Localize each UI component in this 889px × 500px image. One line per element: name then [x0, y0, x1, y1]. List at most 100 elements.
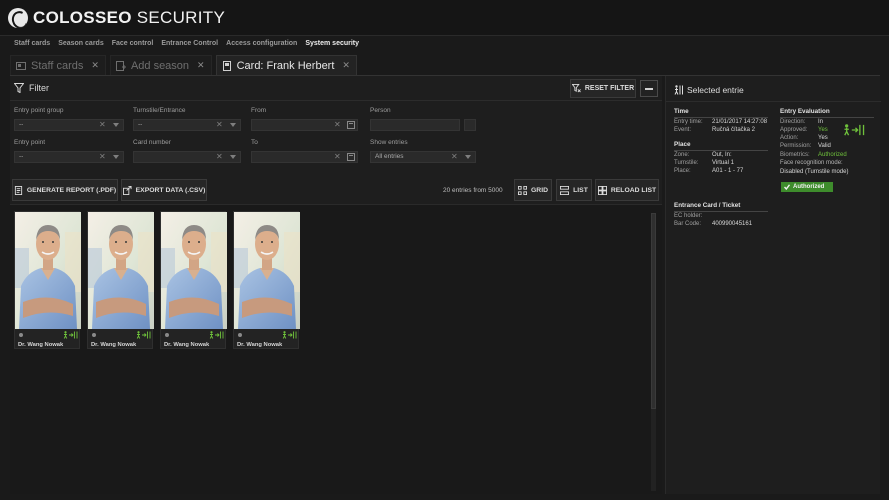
list-icon: [560, 185, 570, 195]
field-label: Card number: [133, 139, 171, 146]
event-row: Event: Ručná čítačka 2: [674, 127, 756, 133]
clear-icon[interactable]: ✕: [99, 120, 106, 130]
field-label: Entry point group: [14, 107, 64, 114]
reload-list-button[interactable]: RELOAD LIST: [595, 179, 659, 201]
card-number-field: Card number ✕: [133, 139, 241, 163]
entry-point-field: Entry point -- ✕: [14, 139, 124, 163]
show-entries-field: Show entries All entries ✕: [370, 139, 476, 163]
selected-entry-title: Selected entrie: [674, 85, 744, 95]
place-row: Place: A01 - 1 - 77: [674, 168, 744, 174]
entry-card[interactable]: Dr. Wang Nowak: [14, 211, 81, 349]
clear-icon[interactable]: ✕: [334, 152, 341, 162]
entry-card[interactable]: Dr. Wang Nowak: [233, 211, 300, 349]
filter-title: Filter: [14, 83, 49, 93]
turnstile-field: Turnstile/Entrance -- ✕: [133, 107, 241, 131]
person-photo: [88, 212, 154, 329]
biometrics-row: Biometrics: Authorized: [780, 152, 847, 158]
clear-icon[interactable]: ✕: [216, 152, 223, 162]
entry-in-icon: [282, 331, 297, 339]
entries-toolbar: GENERATE REPORT (.PDF) EXPORT DATA (.CSV…: [10, 179, 662, 203]
divider: [666, 101, 881, 102]
close-icon[interactable]: ✕: [197, 60, 205, 71]
chevron-down-icon[interactable]: [465, 155, 471, 159]
export-icon: [122, 185, 132, 195]
grid-scrollbar[interactable]: [651, 213, 656, 491]
nav-item-system-security[interactable]: System security: [305, 40, 359, 47]
add-season-icon: [115, 60, 126, 71]
entry-card[interactable]: Dr. Wang Nowak: [160, 211, 227, 349]
tab-label: Card: Frank Herbert: [236, 59, 335, 72]
person-name: Dr. Wang Nowak: [164, 342, 210, 348]
list-view-button[interactable]: LIST: [556, 179, 592, 201]
scrollbar-thumb[interactable]: [651, 213, 656, 409]
entry-point-group-select[interactable]: -- ✕: [14, 119, 124, 131]
tab-staff-cards[interactable]: Staff cards ✕: [10, 55, 106, 75]
chevron-down-icon[interactable]: [230, 123, 236, 127]
show-entries-select[interactable]: All entries ✕: [370, 151, 476, 163]
divider: [674, 117, 768, 118]
app-logo: COLOSSEO SECURITY: [8, 8, 225, 28]
from-date-input[interactable]: ✕: [251, 119, 358, 131]
nav-item-staff-cards[interactable]: Staff cards: [14, 40, 50, 47]
direction-row: Direction: In: [780, 119, 824, 125]
person-input[interactable]: [370, 119, 460, 131]
collapse-filter-button[interactable]: [640, 80, 658, 97]
nav-item-season-cards[interactable]: Season cards: [58, 40, 104, 47]
person-search-button[interactable]: [464, 119, 476, 131]
entry-in-icon: [63, 331, 78, 339]
close-icon[interactable]: ✕: [342, 60, 350, 71]
card-number-select[interactable]: ✕: [133, 151, 241, 163]
field-label: Person: [370, 107, 391, 114]
entry-point-select[interactable]: -- ✕: [14, 151, 124, 163]
person-name: Dr. Wang Nowak: [237, 342, 283, 348]
clear-icon[interactable]: ✕: [99, 152, 106, 162]
status-dot: [238, 333, 242, 337]
staff-card-icon: [16, 61, 26, 71]
entry-time-row: Entry time: 21/01/2017 14:27:08: [674, 119, 768, 125]
entry-in-icon: [843, 124, 865, 136]
chevron-down-icon[interactable]: [113, 155, 119, 159]
clear-icon[interactable]: ✕: [334, 120, 341, 130]
tab-card-frank-herbert[interactable]: Card: Frank Herbert ✕: [215, 55, 357, 75]
selected-entry-panel: Selected entrie Time Entry time: 21/01/20…: [665, 76, 881, 494]
status-dot: [165, 333, 169, 337]
clear-filter-icon: [571, 84, 581, 93]
reload-icon: [597, 185, 607, 195]
card-icon: [222, 60, 232, 71]
entries-grid: Dr. Wang Nowak Dr. Wang Nowak Dr. Wang N…: [10, 204, 662, 494]
person-name: Dr. Wang Nowak: [91, 342, 137, 348]
main-nav: Staff cards Season cards Face control En…: [14, 40, 367, 47]
grid-view-button[interactable]: GRID: [514, 179, 552, 201]
tab-add-season[interactable]: Add season ✕: [109, 55, 212, 75]
export-data-button[interactable]: EXPORT DATA (.CSV): [121, 179, 207, 201]
entry-in-icon: [136, 331, 151, 339]
entries-panel: Filter RESET FILTER Entry point group --…: [10, 76, 662, 494]
calendar-icon[interactable]: [347, 153, 355, 161]
nav-item-entrance-control[interactable]: Entrance Control: [161, 40, 218, 47]
clear-icon[interactable]: ✕: [451, 152, 458, 162]
barcode-row: Bar Code: 400990045161: [674, 221, 753, 227]
tab-label: Add season: [130, 59, 190, 72]
turnstile-select[interactable]: -- ✕: [133, 119, 241, 131]
app-header: COLOSSEO SECURITY: [0, 0, 889, 36]
to-date-input[interactable]: ✕: [251, 151, 358, 163]
field-label: Turnstile/Entrance: [133, 107, 186, 114]
entry-card[interactable]: Dr. Wang Nowak: [87, 211, 154, 349]
clear-icon[interactable]: ✕: [216, 120, 223, 130]
status-dot: [92, 333, 96, 337]
calendar-icon[interactable]: [347, 121, 355, 129]
field-label: To: [251, 139, 258, 146]
divider: [780, 117, 874, 118]
field-label: Show entries: [370, 139, 408, 146]
chevron-down-icon[interactable]: [113, 123, 119, 127]
face-mode-label: Face recognition mode:: [780, 160, 843, 166]
nav-item-face-control[interactable]: Face control: [112, 40, 154, 47]
colosseo-logo-icon: [8, 8, 28, 28]
field-label: From: [251, 107, 267, 114]
generate-report-button[interactable]: GENERATE REPORT (.PDF): [12, 179, 118, 201]
place-section-title: Place: [674, 141, 691, 148]
nav-item-access-configuration[interactable]: Access configuration: [226, 40, 297, 47]
reset-filter-button[interactable]: RESET FILTER: [570, 79, 636, 98]
chevron-down-icon[interactable]: [230, 155, 236, 159]
close-icon[interactable]: ✕: [91, 60, 99, 71]
